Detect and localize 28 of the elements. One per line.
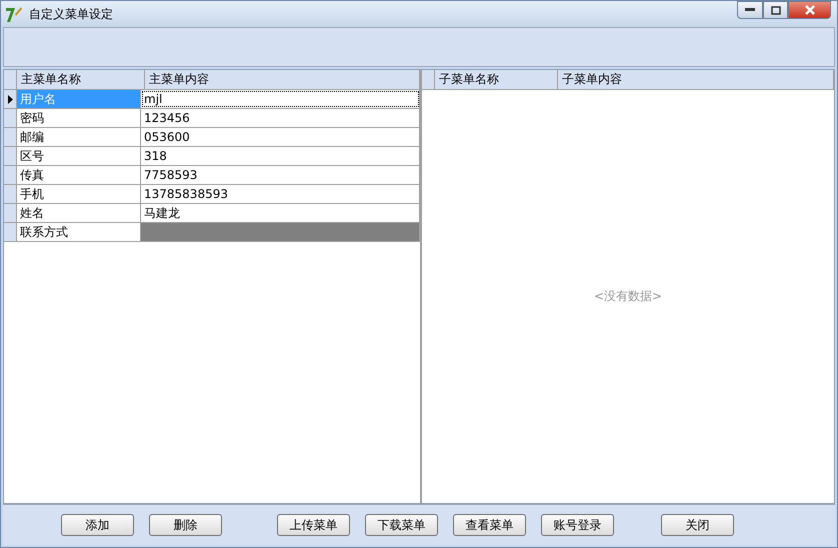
minimize-button[interactable]: [737, 1, 763, 19]
table-cell: 联系方式: [17, 223, 141, 241]
column-header[interactable]: 主菜单名称: [17, 70, 145, 89]
column-header[interactable]: 子菜单内容: [558, 70, 834, 89]
table-cell: 姓名: [17, 204, 141, 222]
column-header[interactable]: 主菜单内容: [145, 70, 420, 89]
close-icon: [804, 5, 816, 15]
maximize-button[interactable]: [763, 1, 788, 19]
table-cell: 用户名: [17, 90, 141, 108]
maximize-icon: [770, 6, 780, 14]
app-icon: [5, 5, 23, 23]
table-cell: mjl: [141, 90, 420, 108]
action-button[interactable]: 账号登录: [541, 514, 614, 536]
action-button[interactable]: 上传菜单: [277, 514, 350, 536]
row-pointer-icon: [8, 94, 12, 104]
close-button[interactable]: [788, 1, 831, 19]
action-button[interactable]: 下载菜单: [365, 514, 438, 536]
action-button[interactable]: 关闭: [661, 514, 734, 536]
row-header[interactable]: [4, 90, 17, 108]
table-cell: 手机: [17, 185, 141, 203]
action-button[interactable]: 查看菜单: [453, 514, 526, 536]
empty-message: <没有数据>: [594, 288, 662, 305]
column-header[interactable]: 子菜单名称: [435, 70, 558, 89]
action-button[interactable]: 添加: [61, 514, 134, 536]
table-cell: 传真: [17, 166, 141, 184]
action-button[interactable]: 删除: [149, 514, 222, 536]
window-title: 自定义菜单设定: [29, 6, 114, 22]
minimize-icon: [745, 8, 755, 12]
